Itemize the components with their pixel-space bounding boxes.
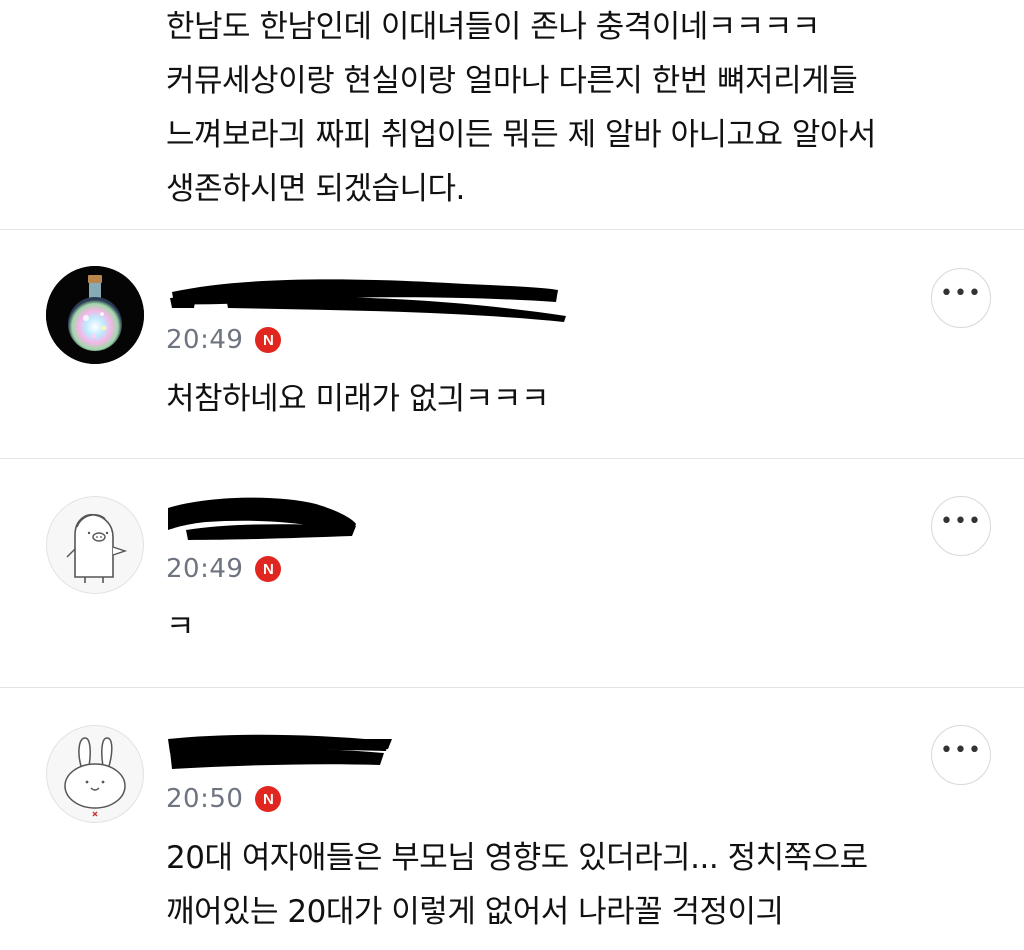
author-nickname[interactable]: [166, 268, 566, 322]
post-line: 느껴보라긔 짜피 취업이든 뭐든 제 알바 아니고요 알아서: [166, 117, 876, 153]
new-badge: N: [255, 786, 282, 812]
divider: [0, 458, 1024, 459]
post-body: 한남도 한남인데 이대녀들이 존나 충격이네ㅋㅋㅋㅋ 커뮤세상이랑 현실이랑 얼…: [166, 0, 986, 216]
glowing-flask-icon: [46, 266, 144, 364]
avatar[interactable]: [46, 496, 144, 594]
divider: [0, 229, 1024, 230]
more-dots-icon: •••: [940, 738, 982, 763]
redaction-scribble: [168, 497, 356, 540]
avatar[interactable]: [46, 725, 144, 823]
bunny-character-icon: [64, 737, 126, 817]
redaction-scribble: [170, 279, 566, 322]
comment-meta: 20:50 N: [166, 783, 282, 815]
timestamp: 20:50: [166, 784, 244, 814]
timestamp: 20:49: [166, 325, 244, 355]
comment-text: 처참하네요 미래가 없긔ㅋㅋㅋ: [166, 372, 549, 426]
avatar[interactable]: [46, 266, 144, 364]
redaction-scribble: [168, 734, 392, 769]
divider: [0, 687, 1024, 688]
new-badge: N: [255, 327, 282, 353]
post-line: 생존하시면 되겠습니다.: [166, 171, 465, 207]
comment-meta: 20:49 N: [166, 553, 282, 585]
pig-character-icon: [66, 513, 128, 583]
more-options-button[interactable]: •••: [931, 496, 991, 556]
author-nickname[interactable]: [166, 727, 566, 777]
more-dots-icon: •••: [940, 281, 982, 306]
comment-text: 20대 여자애들은 부모님 영향도 있더라긔... 정치쪽으로 깨어있는 20대…: [166, 831, 868, 939]
new-badge: N: [255, 556, 282, 582]
comment-line: ㅋ: [166, 609, 195, 645]
post-line: 커뮤세상이랑 현실이랑 얼마나 다른지 한번 뼈저리게들: [166, 63, 858, 99]
timestamp: 20:49: [166, 554, 244, 584]
more-dots-icon: •••: [940, 509, 982, 534]
comment-line: 처참하네요 미래가 없긔ㅋㅋㅋ: [166, 381, 549, 417]
author-nickname[interactable]: [166, 494, 566, 544]
post-line: 한남도 한남인데 이대녀들이 존나 충격이네ㅋㅋㅋㅋ: [166, 9, 820, 45]
more-options-button[interactable]: •••: [931, 268, 991, 328]
comment-text: ㅋ: [166, 600, 195, 654]
more-options-button[interactable]: •••: [931, 725, 991, 785]
comment-meta: 20:49 N: [166, 324, 282, 356]
comment-line: 깨어있는 20대가 이렇게 없어서 나라꼴 걱정이긔: [166, 894, 784, 930]
comment-line: 20대 여자애들은 부모님 영향도 있더라긔... 정치쪽으로: [166, 840, 868, 876]
